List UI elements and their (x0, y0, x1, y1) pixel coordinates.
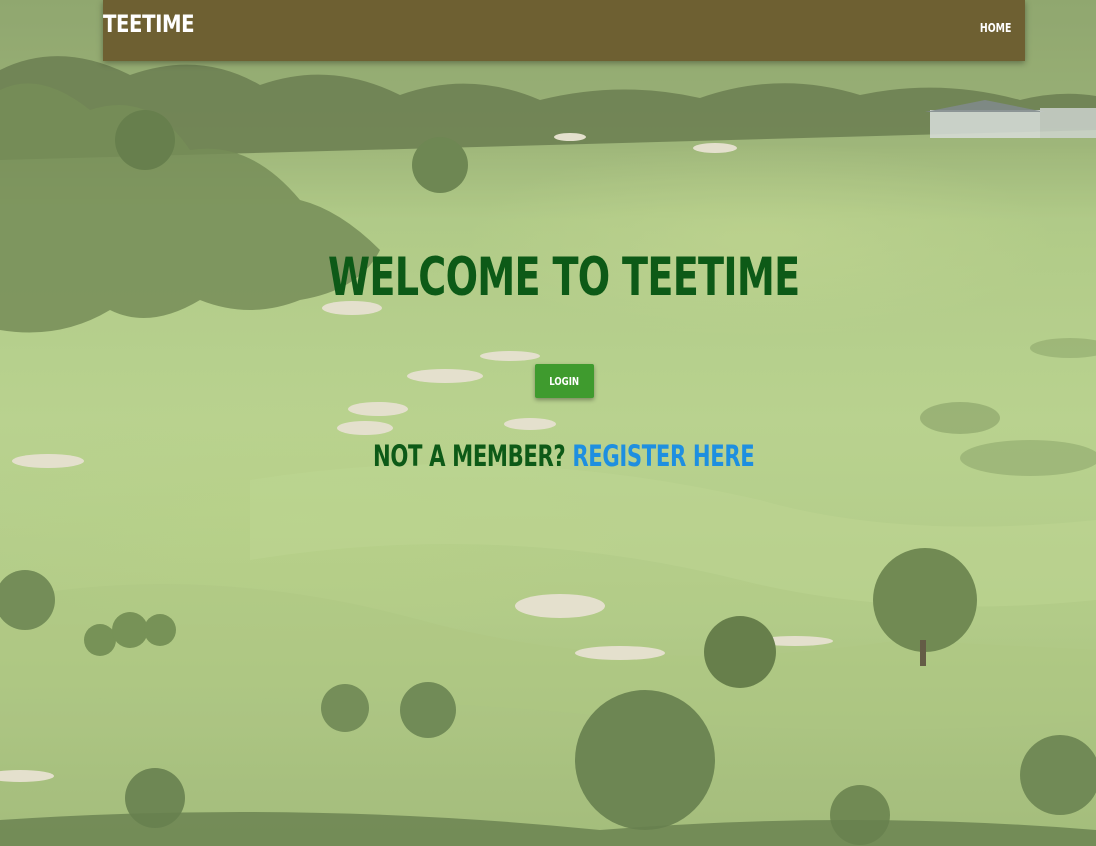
register-prompt: NOT A MEMBER? REGISTER HERE (152, 436, 975, 476)
register-link[interactable]: REGISTER HERE (572, 439, 754, 473)
golf-course-background (0, 0, 1096, 846)
golf-course-scenery (0, 0, 1096, 846)
login-button[interactable]: LOGIN (535, 364, 594, 398)
welcome-heading: WELCOME TO TEETIME (327, 247, 800, 308)
login-button-label: LOGIN (549, 374, 580, 388)
not-member-text: NOT A MEMBER? (373, 439, 566, 473)
brand-logo[interactable]: TEETIME (103, 10, 195, 38)
nav-link-home[interactable]: HOME (979, 21, 1011, 35)
top-navbar: TEETIME HOME (103, 0, 1025, 61)
